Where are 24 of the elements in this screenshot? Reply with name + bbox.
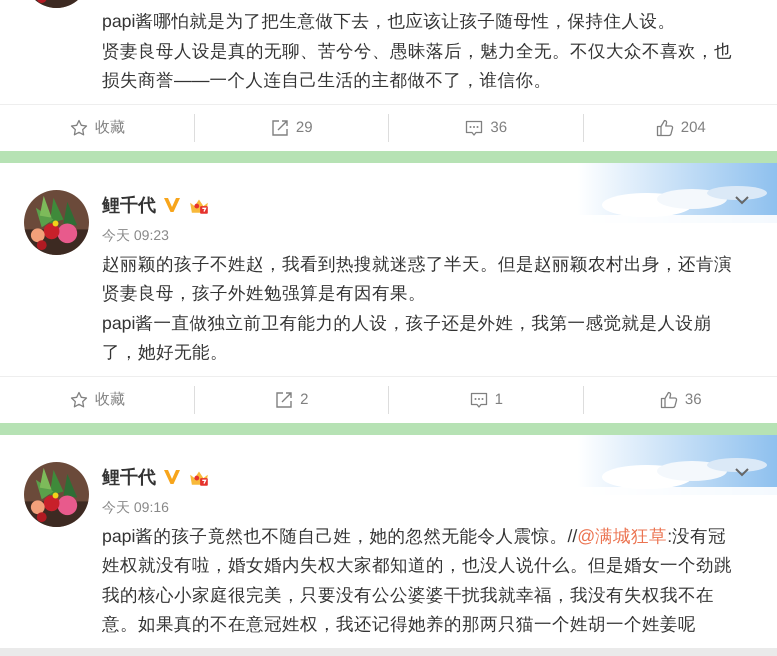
action-button[interactable]: 36 [464,118,508,138]
action-button[interactable]: 29 [270,118,313,138]
star-icon [68,118,89,138]
share-icon [270,118,290,138]
post-text: papi酱一直做独立前卫有能力的人设，孩子还是外姓，我第一感觉就是人设崩了，她好无能。 [102,312,712,364]
post-time[interactable]: 今天 09:16 [102,492,753,522]
action-button[interactable]: 36 [658,390,702,410]
post-text: 贤妻良母人设是真的无聊、苦兮兮、愚昧落后，魅力全无。不仅大众不喜欢，也损失商誉——一个人连自己生活的主都做不了，谁信你。 [102,40,733,92]
share-icon [274,390,294,410]
thumbs-up-icon [654,118,675,138]
action-button[interactable]: 2 [274,390,308,410]
post-time[interactable]: 今天 09:23 [102,220,753,250]
user-name[interactable]: 鲤千代 [102,192,156,216]
action-button[interactable]: 收藏 [68,118,125,138]
star-icon [68,390,89,410]
post-text: 赵丽颖的孩子不姓赵，我看到热搜就迷惑了半天。但是赵丽颖农村出身，还肯演贤妻良母，孩子外姓勉强算是有因有果。 [102,252,733,305]
thumbs-up-icon [658,390,679,410]
action-button[interactable]: 1 [468,390,503,410]
mention-link[interactable]: @满城狂草 [577,526,668,546]
action-button[interactable]: 收藏 [68,390,125,410]
action-button[interactable]: 204 [654,118,706,138]
post-text: papi酱的孩子竟然也不随自己姓，她的忽然无能令人震惊。//@满城狂草:没有冠姓权就没有啦，婚女婚内失权大家都知道的，也没人说什么。但是婚女一个劲跳我的核心小家庭很完美，只要没有公公婆婆干扰我就幸福，我没有失权我不在意。如果真的不在意冠姓权，我还记得她养的那两只猫一个姓胡一个姓姜呢 [102,524,733,636]
post-text: papi酱哪怕就是为了把生意做下去，也应该让孩子随母性，保持住人设。 [102,10,676,33]
user-name[interactable]: 鲤千代 [102,464,156,488]
